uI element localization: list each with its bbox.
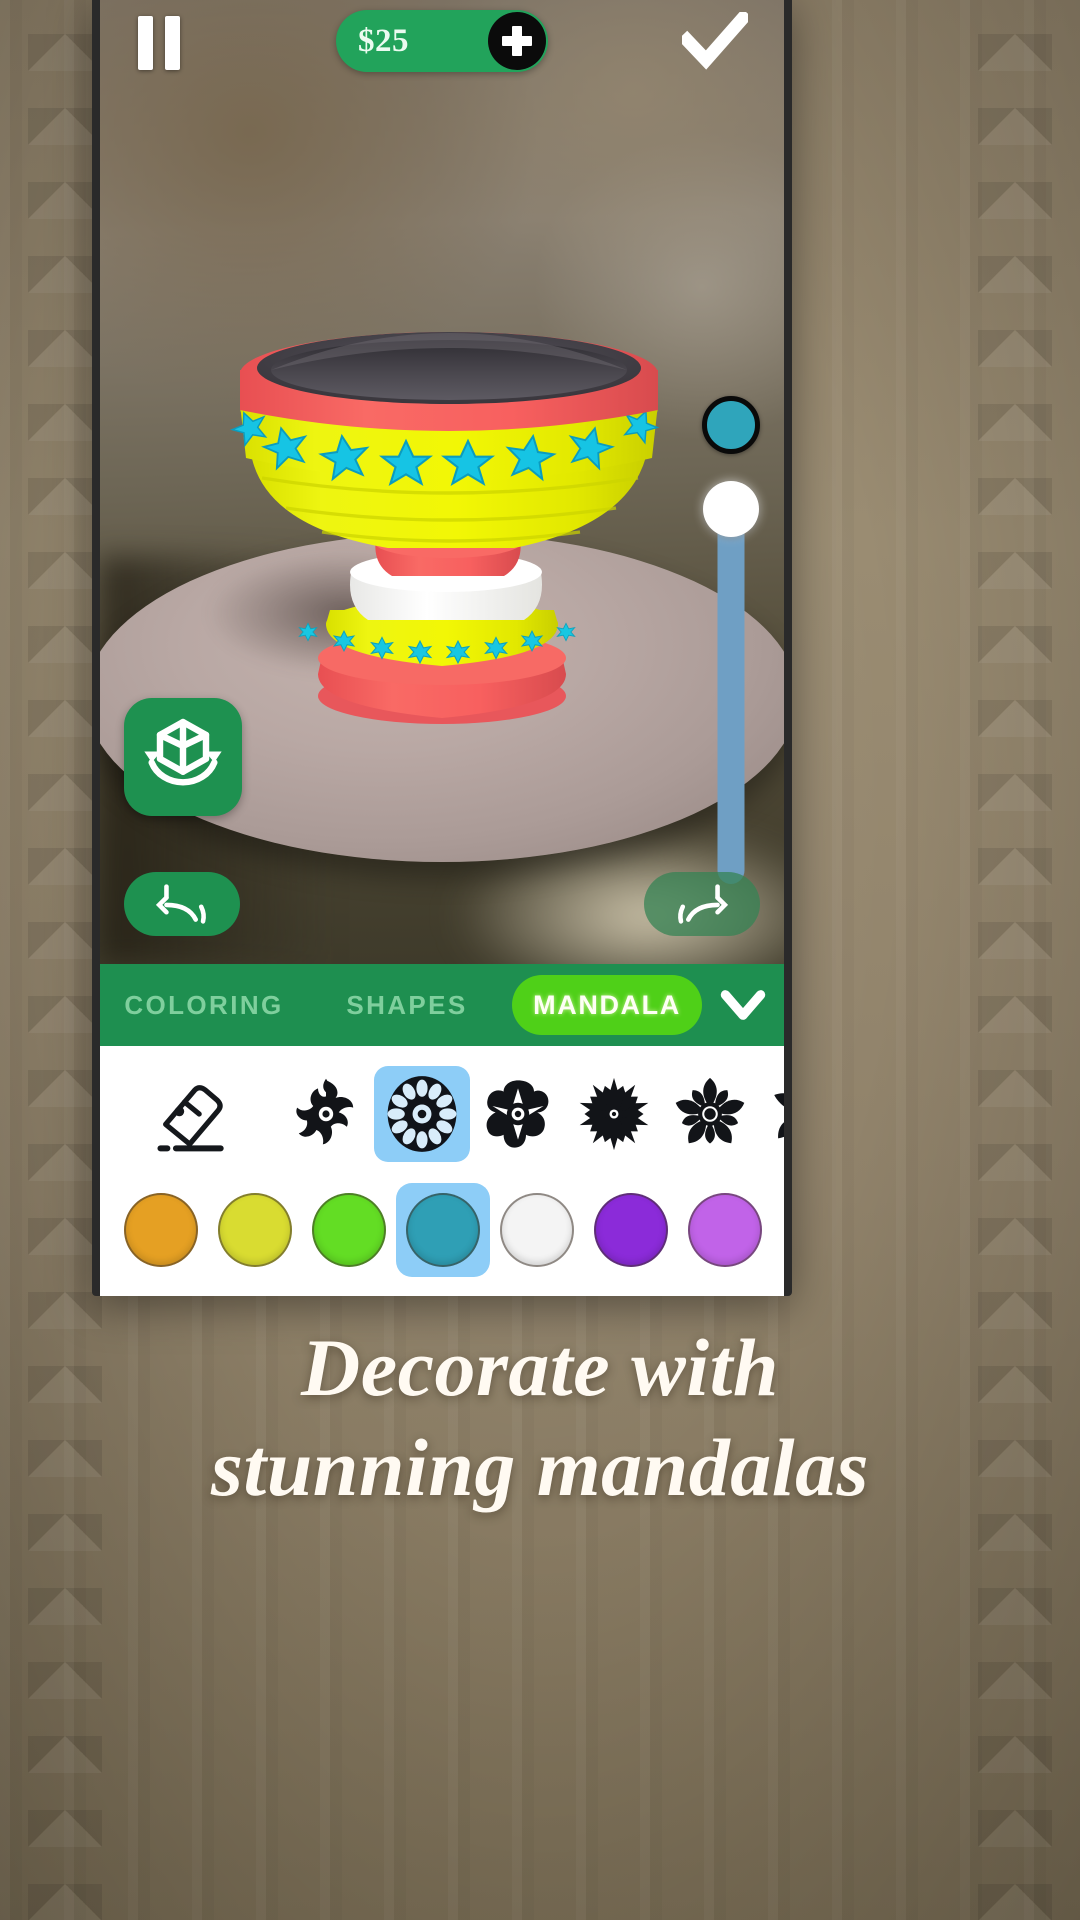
- swatch-fill: [312, 1193, 386, 1267]
- pottery-vessel-3d[interactable]: [100, 0, 784, 964]
- undo-arrow-icon: [155, 884, 206, 924]
- mandala-shape-row[interactable]: [100, 1052, 784, 1176]
- undo-button[interactable]: [124, 872, 240, 936]
- rotate-3d-button[interactable]: [124, 698, 242, 816]
- rotate-3d-cube-icon: [144, 718, 222, 786]
- color-palette-row[interactable]: [100, 1174, 784, 1286]
- brush-size-slider[interactable]: [700, 396, 762, 896]
- phone-frame: $25 COLORING SHAPES MANDALA: [92, 0, 792, 1296]
- check-icon: [677, 8, 753, 70]
- mandala-shape-blossom[interactable]: [470, 1066, 566, 1162]
- mandala-pinwheel-icon: [774, 1093, 784, 1139]
- color-swatch-teal[interactable]: [396, 1183, 490, 1277]
- current-color-preview[interactable]: [702, 396, 760, 454]
- color-swatch-white[interactable]: [490, 1183, 584, 1277]
- color-swatch-orange[interactable]: [114, 1183, 208, 1277]
- mandala-shape-clover[interactable]: [278, 1066, 374, 1162]
- app-root: $25 COLORING SHAPES MANDALA Decorate wit…: [0, 0, 1080, 1920]
- swatch-fill: [124, 1193, 198, 1267]
- redo-arrow-icon: [678, 884, 729, 924]
- confirm-done-button[interactable]: [677, 8, 753, 70]
- color-swatch-yellow[interactable]: [208, 1183, 302, 1277]
- tool-tabbar: COLORING SHAPES MANDALA: [100, 964, 784, 1046]
- mandala-clover-icon: [296, 1078, 354, 1145]
- mandala-blossom-icon: [486, 1080, 549, 1148]
- swatch-fill: [500, 1193, 574, 1267]
- tab-coloring[interactable]: COLORING: [100, 964, 308, 1046]
- chevron-down-icon: [720, 990, 766, 1020]
- top-hud: $25: [100, 0, 784, 88]
- swatch-fill: [406, 1193, 480, 1267]
- pause-icon-bar-left: [138, 16, 153, 70]
- promo-caption: Decorate with stunning mandalas: [0, 1318, 1080, 1518]
- plus-icon-vertical: [512, 26, 522, 56]
- currency-balance-pill[interactable]: $25: [336, 10, 548, 72]
- mandala-shape-lotus[interactable]: [566, 1066, 662, 1162]
- pause-icon-bar-right: [165, 16, 180, 70]
- mandala-shape-wheel[interactable]: [374, 1066, 470, 1162]
- slider-thumb[interactable]: [703, 481, 759, 537]
- mandala-shape-star[interactable]: [662, 1066, 758, 1162]
- tool-panel: COLORING SHAPES MANDALA: [100, 964, 784, 1296]
- eraser-tool-button[interactable]: [122, 1066, 254, 1162]
- caption-line-2: stunning mandalas: [211, 1422, 869, 1514]
- color-swatch-violet[interactable]: [678, 1183, 772, 1277]
- slider-track[interactable]: [717, 494, 745, 884]
- color-swatch-green[interactable]: [302, 1183, 396, 1277]
- mandala-shape-pinwheel[interactable]: [758, 1066, 784, 1162]
- mandala-lotus-icon: [579, 1077, 649, 1151]
- phone-screen: $25 COLORING SHAPES MANDALA: [100, 0, 784, 1296]
- mandala-star-icon: [675, 1077, 745, 1144]
- tool-sheet: [100, 1046, 784, 1296]
- redo-button[interactable]: [644, 872, 760, 936]
- tab-mandala[interactable]: MANDALA: [512, 975, 702, 1035]
- eraser-icon: [157, 1085, 224, 1152]
- swatch-fill: [594, 1193, 668, 1267]
- collapse-panel-button[interactable]: [702, 964, 784, 1046]
- add-currency-button[interactable]: [488, 12, 546, 70]
- caption-line-1: Decorate with: [301, 1322, 779, 1413]
- mandala-wheel-icon: [387, 1076, 457, 1152]
- tab-shapes[interactable]: SHAPES: [308, 964, 506, 1046]
- ar-camera-view[interactable]: $25: [100, 0, 784, 964]
- pause-button[interactable]: [138, 16, 186, 70]
- color-swatch-purple[interactable]: [584, 1183, 678, 1277]
- swatch-fill: [218, 1193, 292, 1267]
- swatch-fill: [688, 1193, 762, 1267]
- currency-amount-label: $25: [358, 22, 409, 59]
